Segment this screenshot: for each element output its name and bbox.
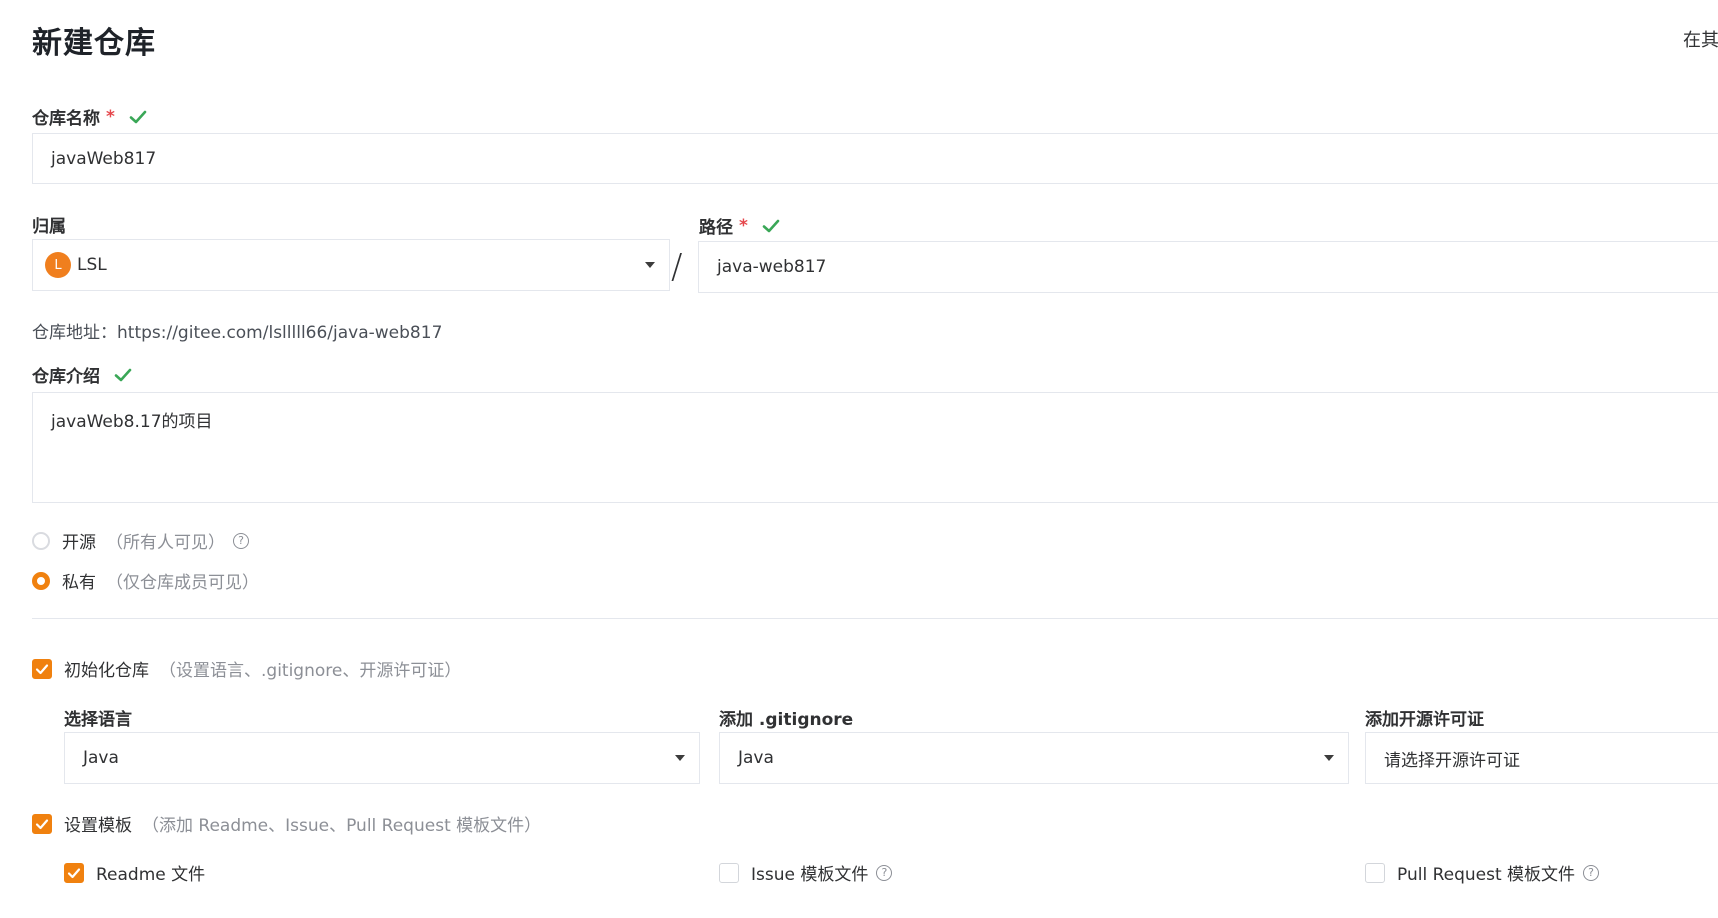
owner-select[interactable]: L LSL <box>32 239 670 291</box>
divider <box>32 618 1718 619</box>
template-hint: （添加 Readme、Issue、Pull Request 模板文件） <box>142 816 542 836</box>
init-hint: （设置语言、.gitignore、开源许可证） <box>159 661 462 681</box>
repo-name-label: 仓库名称 * <box>32 104 147 129</box>
path-label: 路径 * <box>699 213 780 238</box>
readme-label: Readme 文件 <box>96 865 206 885</box>
required-mark: * <box>739 215 748 236</box>
gitignore-value: Java <box>738 748 774 768</box>
private-label: 私有 <box>62 573 96 593</box>
owner-label-text: 归属 <box>32 217 66 237</box>
description-textarea[interactable]: javaWeb8.17的项目 <box>32 392 1718 503</box>
radio-public[interactable] <box>32 531 50 550</box>
page-title: 新建仓库 <box>32 26 156 61</box>
license-label: 添加开源许可证 <box>1365 705 1484 730</box>
visibility-public-option[interactable]: 开源 （所有人可见） ? <box>32 528 249 553</box>
gitignore-select[interactable]: Java <box>719 732 1349 784</box>
help-icon[interactable]: ? <box>1583 864 1600 881</box>
repo-name-value: javaWeb817 <box>51 148 157 169</box>
template-option[interactable]: 设置模板 （添加 Readme、Issue、Pull Request 模板文件） <box>32 811 541 836</box>
check-icon <box>762 219 780 232</box>
chevron-down-icon <box>675 755 685 761</box>
checkmark-icon <box>35 663 49 674</box>
repo-name-label-text: 仓库名称 <box>32 109 100 129</box>
init-checkbox[interactable] <box>32 658 52 679</box>
repo-name-input[interactable]: javaWeb817 <box>32 133 1718 184</box>
license-label-text: 添加开源许可证 <box>1365 710 1484 730</box>
path-separator: / <box>671 247 683 287</box>
top-right-text[interactable]: 在其 <box>1683 26 1718 52</box>
issue-label: Issue 模板文件 <box>751 865 869 885</box>
license-placeholder: 请选择开源许可证 <box>1384 750 1520 771</box>
chevron-down-icon <box>1324 755 1334 761</box>
help-icon[interactable]: ? <box>233 532 249 549</box>
gitignore-label-text: 添加 .gitignore <box>719 710 854 730</box>
path-input[interactable]: java-web817 <box>698 241 1718 293</box>
language-value: Java <box>83 748 119 768</box>
pr-template-option[interactable]: Pull Request 模板文件 ? <box>1365 860 1600 885</box>
init-repo-option[interactable]: 初始化仓库 （设置语言、.gitignore、开源许可证） <box>32 656 461 681</box>
description-label: 仓库介绍 <box>32 362 132 387</box>
public-hint: （所有人可见） <box>106 533 225 553</box>
path-value: java-web817 <box>717 257 827 277</box>
path-label-text: 路径 <box>699 218 733 238</box>
template-checkbox[interactable] <box>32 813 52 834</box>
issue-checkbox[interactable] <box>719 862 739 883</box>
template-label: 设置模板 <box>64 816 132 836</box>
repo-url: 仓库地址：https://gitee.com/lslllll66/java-we… <box>32 318 442 343</box>
public-label: 开源 <box>62 533 96 553</box>
issue-template-option[interactable]: Issue 模板文件 ? <box>719 860 893 885</box>
license-select[interactable]: 请选择开源许可证 <box>1365 732 1718 784</box>
visibility-private-option[interactable]: 私有 （仅仓库成员可见） <box>32 568 259 593</box>
checkmark-icon <box>67 867 81 878</box>
description-label-text: 仓库介绍 <box>32 367 100 387</box>
gitignore-label: 添加 .gitignore <box>719 705 853 730</box>
language-label-text: 选择语言 <box>64 710 132 730</box>
check-icon <box>129 110 147 123</box>
readme-checkbox[interactable] <box>64 862 84 883</box>
readme-option[interactable]: Readme 文件 <box>64 860 205 885</box>
checkmark-icon <box>35 818 49 829</box>
owner-avatar: L <box>45 252 71 278</box>
language-select[interactable]: Java <box>64 732 700 784</box>
repo-url-value: https://gitee.com/lslllll66/java-web817 <box>117 323 443 343</box>
owner-value: LSL <box>77 255 107 275</box>
init-label: 初始化仓库 <box>64 661 149 681</box>
language-label: 选择语言 <box>64 705 132 730</box>
pr-label: Pull Request 模板文件 <box>1397 865 1576 885</box>
check-icon <box>114 368 132 381</box>
help-icon[interactable]: ? <box>876 864 893 881</box>
owner-label: 归属 <box>32 212 66 237</box>
radio-private[interactable] <box>32 571 50 590</box>
pr-checkbox[interactable] <box>1365 862 1385 883</box>
chevron-down-icon <box>645 262 655 268</box>
required-mark: * <box>106 106 115 127</box>
description-value: javaWeb8.17的项目 <box>51 412 213 432</box>
private-hint: （仅仓库成员可见） <box>106 573 259 593</box>
repo-url-label: 仓库地址： <box>32 323 117 343</box>
